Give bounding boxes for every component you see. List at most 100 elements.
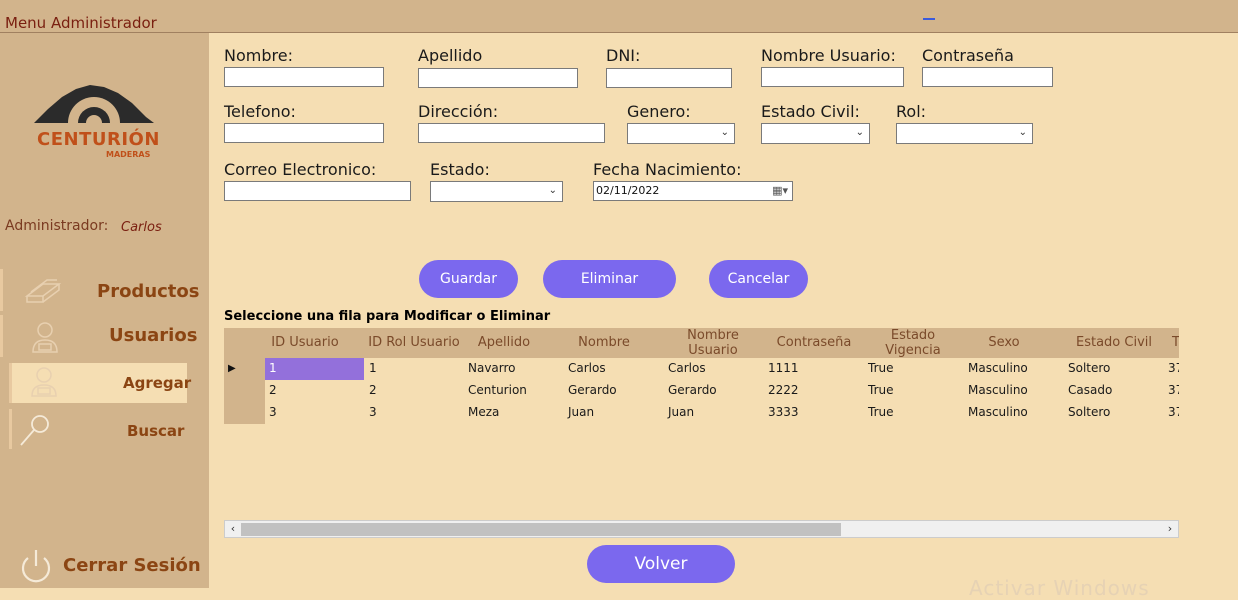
cell[interactable]: Soltero <box>1068 405 1110 419</box>
eliminar-button[interactable]: Eliminar <box>543 260 676 298</box>
column-header[interactable]: Apellido <box>469 328 539 358</box>
cell[interactable]: Carlos <box>668 361 706 375</box>
admin-name: Carlos <box>121 220 162 235</box>
row-header-column: ▶ <box>224 358 265 424</box>
sidebar-item-buscar[interactable]: Buscar <box>9 409 187 449</box>
cell[interactable]: 37 <box>1168 405 1179 419</box>
cell[interactable]: True <box>868 383 894 397</box>
guardar-button[interactable]: Guardar <box>419 260 518 298</box>
dni-label: DNI: <box>606 46 641 65</box>
cell[interactable]: 3 <box>369 405 377 419</box>
power-icon <box>21 550 51 583</box>
cell[interactable]: Masculino <box>968 405 1028 419</box>
minimize-button[interactable] <box>923 18 935 20</box>
table-row[interactable]: 2 2 Centurion Gerardo Gerardo 2222 True … <box>265 380 1179 402</box>
sidebar-item-usuarios[interactable]: Usuarios <box>0 315 205 357</box>
calendar-icon[interactable]: ▦▾ <box>772 184 788 197</box>
sidebar: CENTURIÓN MADERAS Administrador: Carlos … <box>0 33 209 588</box>
cell[interactable]: 2 <box>369 383 377 397</box>
users-table[interactable]: ID Usuario ID Rol Usuario Apellido Nombr… <box>224 328 1179 518</box>
genero-select[interactable]: ⌄ <box>627 123 735 144</box>
cell[interactable]: 1111 <box>768 361 799 375</box>
cell[interactable]: True <box>868 361 894 375</box>
cell[interactable]: Gerardo <box>568 383 617 397</box>
direccion-input[interactable] <box>418 123 605 143</box>
cell[interactable]: Masculino <box>968 383 1028 397</box>
chevron-down-icon: ⌄ <box>720 127 729 138</box>
apellido-label: Apellido <box>418 46 483 65</box>
table-header: ID Usuario ID Rol Usuario Apellido Nombr… <box>224 328 1179 358</box>
cell[interactable]: 3333 <box>768 405 799 419</box>
cell[interactable]: Navarro <box>468 361 516 375</box>
sidebar-item-productos[interactable]: Productos <box>0 269 205 311</box>
estado-civil-select[interactable]: ⌄ <box>761 123 870 144</box>
volver-button[interactable]: Volver <box>587 545 735 583</box>
title-bar: Menu Administrador <box>0 0 1238 33</box>
main-panel: Nombre: Apellido DNI: Nombre Usuario: Co… <box>209 33 1238 600</box>
scrollbar-thumb[interactable] <box>241 523 841 536</box>
horizontal-scrollbar[interactable]: ‹ › <box>224 520 1179 538</box>
logout-button[interactable]: Cerrar Sesión <box>0 542 205 586</box>
cell[interactable]: Masculino <box>968 361 1028 375</box>
cell[interactable]: 2 <box>269 383 277 397</box>
column-header[interactable]: Nombre <box>569 328 639 358</box>
search-icon <box>20 415 49 446</box>
sidebar-item-label: Agregar <box>123 374 192 392</box>
column-header[interactable]: Estado Vigencia <box>878 328 948 358</box>
rol-select[interactable]: ⌄ <box>896 123 1033 144</box>
sidebar-item-agregar[interactable]: Agregar <box>9 363 191 403</box>
lumber-icon <box>24 279 62 303</box>
dni-input[interactable] <box>606 68 732 88</box>
cancelar-button[interactable]: Cancelar <box>709 260 808 298</box>
cell[interactable]: Meza <box>468 405 499 419</box>
cell[interactable]: 37 <box>1168 361 1179 375</box>
cell[interactable]: 3 <box>269 405 277 419</box>
chevron-down-icon: ⌄ <box>1018 127 1027 138</box>
user-icon <box>32 322 58 353</box>
fecha-value: 02/11/2022 <box>596 184 660 197</box>
estado-civil-label: Estado Civil: <box>761 102 860 121</box>
cell[interactable]: 1 <box>269 361 277 375</box>
cell[interactable]: Carlos <box>568 361 606 375</box>
nombre-input[interactable] <box>224 67 384 87</box>
logo-subtitle: MADERAS <box>106 150 151 159</box>
cell[interactable]: Juan <box>668 405 694 419</box>
cell[interactable]: 37 <box>1168 383 1179 397</box>
contrasena-input[interactable] <box>922 67 1053 87</box>
column-header[interactable]: ID Rol Usuario <box>367 328 461 358</box>
telefono-label: Telefono: <box>224 102 296 121</box>
sidebar-item-label: Buscar <box>127 422 185 440</box>
contrasena-label: Contraseña <box>922 46 1014 65</box>
cell[interactable]: Juan <box>568 405 594 419</box>
cell[interactable]: Gerardo <box>668 383 717 397</box>
user-add-icon <box>31 367 57 397</box>
cell[interactable]: Casado <box>1068 383 1112 397</box>
rol-label: Rol: <box>896 102 927 121</box>
table-row[interactable]: 1 1 Navarro Carlos Carlos 1111 True Masc… <box>265 358 1179 380</box>
apellido-input[interactable] <box>418 68 578 88</box>
scroll-left-icon[interactable]: ‹ <box>225 521 241 537</box>
genero-label: Genero: <box>627 102 691 121</box>
column-header[interactable]: Nombre Usuario <box>676 328 750 358</box>
column-header[interactable]: ID Usuario <box>266 328 344 358</box>
fecha-nacimiento-picker[interactable]: 02/11/2022 ▦▾ <box>593 181 793 201</box>
telefono-input[interactable] <box>224 123 384 143</box>
grid-caption: Seleccione una fila para Modificar o Eli… <box>224 309 551 324</box>
fecha-nacimiento-label: Fecha Nacimiento: <box>593 160 742 179</box>
estado-select[interactable]: ⌄ <box>430 181 563 202</box>
cell[interactable]: Centurion <box>468 383 527 397</box>
column-header[interactable]: Estado Civil <box>1069 328 1159 358</box>
correo-input[interactable] <box>224 181 411 201</box>
column-header[interactable]: Contraseña <box>774 328 854 358</box>
nombre-usuario-input[interactable] <box>761 67 904 87</box>
column-header[interactable]: Sexo <box>969 328 1039 358</box>
scroll-right-icon[interactable]: › <box>1162 521 1178 537</box>
current-row-indicator-icon: ▶ <box>228 363 236 374</box>
sidebar-item-label: Usuarios <box>109 325 198 346</box>
cell[interactable]: Soltero <box>1068 361 1110 375</box>
cell[interactable]: 2222 <box>768 383 799 397</box>
column-header[interactable]: T <box>1171 328 1179 358</box>
table-row[interactable]: 3 3 Meza Juan Juan 3333 True Masculino S… <box>265 402 1179 424</box>
cell[interactable]: True <box>868 405 894 419</box>
cell[interactable]: 1 <box>369 361 377 375</box>
